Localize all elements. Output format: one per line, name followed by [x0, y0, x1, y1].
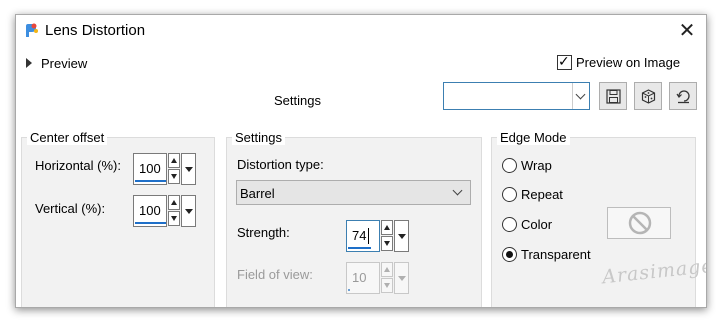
strength-input[interactable]: 74 — [346, 220, 380, 252]
distortion-type-dropdown[interactable]: Barrel — [236, 180, 471, 205]
vertical-value: 100 — [139, 203, 161, 218]
dialog-title: Lens Distortion — [45, 22, 146, 39]
increment-button[interactable] — [381, 262, 393, 277]
preset-dropdown[interactable] — [443, 82, 590, 110]
preview-on-image-checkbox[interactable]: ✓ Preview on Image — [557, 53, 681, 70]
arrow-up-icon — [171, 158, 177, 163]
horizontal-value: 100 — [139, 161, 161, 176]
edge-color-swatch[interactable] — [607, 207, 671, 239]
vertical-range-indicator — [135, 222, 166, 224]
strength-dropdown-button[interactable] — [394, 220, 409, 252]
checkmark-icon: ✓ — [558, 53, 570, 69]
radio-circle[interactable] — [502, 187, 517, 202]
field-of-view-range-indicator — [348, 289, 350, 291]
reset-button[interactable] — [669, 82, 697, 110]
edge-mode-transparent-radio[interactable]: Transparent — [502, 247, 591, 262]
no-symbol-icon — [628, 211, 652, 235]
chevron-down-icon — [452, 185, 463, 196]
color-label: Color — [521, 217, 553, 232]
arrow-up-icon — [384, 225, 390, 230]
settings-group-title: Settings — [232, 130, 285, 145]
field-of-view-value: 10 — [352, 270, 367, 285]
settings-preset-label: Settings — [274, 93, 321, 108]
arrow-down-icon — [384, 241, 390, 246]
horizontal-updown[interactable] — [168, 153, 180, 185]
increment-button[interactable] — [168, 195, 180, 210]
edge-mode-title: Edge Mode — [497, 130, 570, 145]
strength-range-indicator — [348, 247, 371, 249]
radio-circle[interactable] — [502, 217, 517, 232]
dropdown-arrow-icon — [398, 276, 406, 281]
randomize-button[interactable] — [634, 82, 662, 110]
decrement-button[interactable] — [168, 169, 180, 184]
dropdown-arrow-icon — [185, 167, 193, 172]
center-offset-title: Center offset — [27, 130, 108, 145]
strength-label: Strength: — [237, 225, 290, 240]
edge-mode-repeat-radio[interactable]: Repeat — [502, 187, 563, 202]
preset-dropdown-arrow[interactable] — [572, 83, 589, 109]
arrow-down-icon — [171, 174, 177, 179]
transparent-label: Transparent — [521, 247, 591, 262]
wrap-label: Wrap — [521, 158, 552, 173]
decrement-button[interactable] — [168, 211, 180, 226]
dropdown-arrow-icon — [185, 209, 193, 214]
field-of-view-label: Field of view: — [237, 267, 313, 282]
vertical-dropdown-button[interactable] — [181, 195, 196, 227]
dropdown-arrow-icon — [398, 234, 406, 239]
expand-triangle-icon — [26, 58, 32, 68]
horizontal-range-indicator — [135, 180, 166, 182]
close-button[interactable]: ✕ — [676, 21, 698, 41]
preview-on-image-label: Preview on Image — [576, 55, 681, 70]
repeat-label: Repeat — [521, 187, 563, 202]
edge-mode-wrap-radio[interactable]: Wrap — [502, 158, 552, 173]
checkbox-box[interactable]: ✓ — [557, 53, 572, 70]
field-of-view-input[interactable]: 10 — [346, 262, 380, 294]
arrow-up-icon — [384, 267, 390, 272]
edge-mode-color-radio[interactable]: Color — [502, 217, 552, 232]
radio-selected-dot — [506, 251, 513, 258]
center-offset-group: Center offset Horizontal (%): 100 Vertic… — [21, 130, 215, 307]
title-bar: Lens Distortion ✕ — [16, 15, 706, 47]
radio-circle[interactable] — [502, 158, 517, 173]
chevron-down-icon — [575, 89, 586, 100]
horizontal-dropdown-button[interactable] — [181, 153, 196, 185]
reset-icon — [676, 90, 690, 104]
preview-expander[interactable]: Preview — [26, 56, 87, 71]
decrement-button[interactable] — [381, 278, 393, 293]
field-of-view-dropdown-button[interactable] — [394, 262, 409, 294]
horizontal-input[interactable]: 100 — [133, 153, 167, 185]
save-preset-button[interactable] — [599, 82, 627, 110]
text-cursor — [368, 228, 369, 244]
preview-label: Preview — [41, 56, 88, 71]
distortion-type-label: Distortion type: — [237, 157, 324, 172]
arrow-down-icon — [384, 283, 390, 288]
increment-button[interactable] — [381, 220, 393, 235]
increment-button[interactable] — [168, 153, 180, 168]
lens-distortion-dialog: Lens Distortion ✕ Preview ✓ Preview on Im… — [15, 14, 707, 308]
strength-value: 74 — [352, 228, 367, 243]
distortion-type-value: Barrel — [240, 186, 275, 201]
arrow-down-icon — [171, 216, 177, 221]
randomize-icon — [641, 89, 656, 104]
decrement-button[interactable] — [381, 236, 393, 251]
radio-circle[interactable] — [502, 247, 517, 262]
field-of-view-updown[interactable] — [381, 262, 393, 294]
arrow-up-icon — [171, 200, 177, 205]
vertical-updown[interactable] — [168, 195, 180, 227]
strength-updown[interactable] — [381, 220, 393, 252]
vertical-input[interactable]: 100 — [133, 195, 167, 227]
app-icon — [23, 23, 39, 39]
horizontal-label: Horizontal (%): — [35, 158, 121, 173]
save-icon — [606, 89, 621, 104]
vertical-label: Vertical (%): — [35, 201, 106, 216]
